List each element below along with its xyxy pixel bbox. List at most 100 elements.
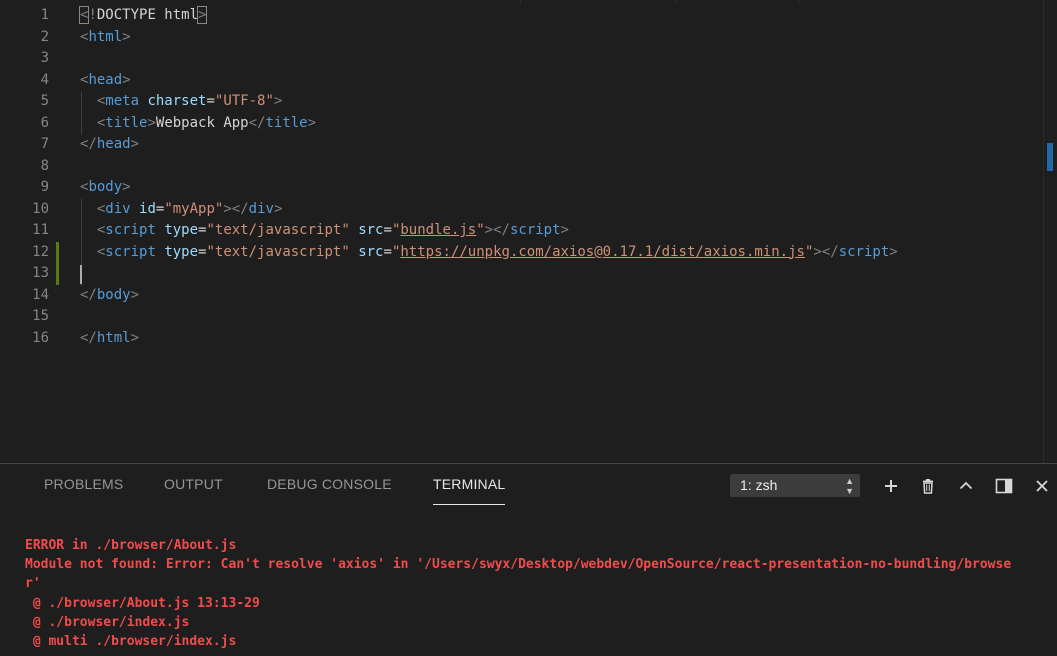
line-number: 15 [32,308,49,324]
code-text[interactable]: </head> [80,134,139,156]
tab-debug-console[interactable]: DEBUG CONSOLE [267,464,392,504]
code-line[interactable]: 6 <title>Webpack App</title> [0,113,1040,135]
code-token: script [838,243,890,260]
code-token: src [358,222,384,238]
terminal-select-value: 1: zsh [740,477,778,493]
code-text[interactable]: <title>Webpack App</title> [80,113,316,135]
code-text[interactable]: <meta charset="UTF-8"> [80,91,283,113]
overview-ruler [1043,0,1044,463]
code-token: script [105,222,156,238]
code-token: > [273,200,283,217]
code-text[interactable]: <!DOCTYPE html> [78,5,208,27]
terminal-select[interactable]: 1: zsh ▲ ▼ [730,474,860,497]
code-line[interactable]: 4 <head> [0,70,1040,92]
code-token: script [509,222,561,238]
line-number: 9 [40,179,49,195]
code-token: " [476,222,485,238]
code-token: bundle.js [400,222,477,238]
terminal-line: @ ./browser/index.js [25,614,190,630]
bottom-panel: PROBLEMS OUTPUT DEBUG CONSOLE TERMINAL 1… [0,463,1057,656]
chevron-up-icon[interactable] [954,474,978,498]
line-number: 14 [32,286,49,303]
code-line[interactable]: 10 <div id="myApp"></div> [0,199,1040,221]
terminal-line: Module not found: Error: Can't resolve '… [25,557,1012,573]
code-token: > [122,179,131,195]
code-line[interactable]: 14 </body> [0,285,1040,307]
code-token: > [889,243,898,260]
code-token: </ [80,329,97,346]
indent-guide-head [81,92,82,135]
line-number: 2 [40,28,49,45]
tab-output[interactable]: OUTPUT [164,464,223,504]
code-token: </ [80,286,97,303]
code-line[interactable]: 9 <body> [0,177,1040,199]
git-added-gutter-marker [56,242,59,285]
code-line[interactable]: 15 [0,306,1040,328]
line-number: 10 [32,200,49,217]
code-editor[interactable]: 1 <!DOCTYPE html> 2 <html> 3 4 <head> 5 <meta c… [0,0,1057,463]
code-text[interactable]: <script type="text/javascript" src="http… [80,242,898,264]
code-token: > [122,71,131,88]
split-panel-icon[interactable] [992,474,1016,498]
code-token: id [139,200,156,217]
code-token: ></ [484,222,510,238]
code-token: "UTF-8" [214,93,274,109]
code-line[interactable]: 13 [0,263,1040,285]
code-token: head [96,136,131,152]
code-token: body [96,286,131,303]
code-text[interactable]: </body> [80,285,139,307]
code-line[interactable]: 16 </html> [0,328,1040,350]
code-token: > [130,286,140,303]
line-number: 7 [40,136,49,152]
code-line[interactable]: 2 <html> [0,27,1040,49]
code-token: > [560,222,569,238]
code-token: type [164,243,199,260]
code-token: > [130,329,140,346]
code-line[interactable]: 8 [0,156,1040,178]
code-token: div [105,200,131,217]
code-line[interactable]: 3 [0,48,1040,70]
code-token: = [383,222,392,238]
code-token: div [248,200,274,217]
code-token: script [105,243,156,260]
code-text[interactable]: <head> [80,70,131,92]
code-line[interactable]: 12 <script type="text/javascript" src="h… [0,242,1040,264]
line-number: 13 [32,265,49,281]
code-text[interactable]: <script type="text/javascript" src="bund… [80,220,569,242]
scrollbar-thumb[interactable] [1047,143,1053,171]
code-token: > [273,93,283,109]
code-text[interactable]: </html> [80,328,139,350]
code-token: "text/javascript" [206,243,350,260]
line-number: 6 [40,114,49,131]
trash-icon[interactable] [916,474,940,498]
panel-tabs: PROBLEMS OUTPUT DEBUG CONSOLE TERMINAL [0,464,720,506]
code-token: > [196,6,208,24]
terminal-output[interactable]: ERROR in ./browser/About.js Module not fo… [25,536,1045,651]
close-icon[interactable] [1030,474,1054,498]
code-token: ></ [223,200,249,217]
line-number: 3 [40,50,49,66]
code-token: https://unpkg.com/axios@0.17.1/dist/axio… [400,243,805,260]
code-line[interactable]: 1 <!DOCTYPE html> [0,5,1040,27]
code-token: </ [248,114,266,131]
code-line[interactable]: 7 </head> [0,134,1040,156]
code-text[interactable]: <html> [80,27,131,49]
code-text[interactable]: <div id="myApp"></div> [80,199,283,221]
line-number: 1 [40,7,49,23]
line-number: 4 [40,71,49,88]
code-token: type [164,222,199,238]
code-text[interactable]: <body> [80,177,131,199]
code-line[interactable]: 11 <script type="text/javascript" src="b… [0,220,1040,242]
code-token: title [105,114,148,131]
plus-icon[interactable] [879,474,903,498]
line-number: 11 [32,222,49,238]
code-token: = [206,93,215,109]
code-line[interactable]: 5 <meta charset="UTF-8"> [0,91,1040,113]
tab-problems[interactable]: PROBLEMS [44,464,123,504]
tab-terminal[interactable]: TERMINAL [433,464,506,505]
code-token: > [147,114,156,131]
